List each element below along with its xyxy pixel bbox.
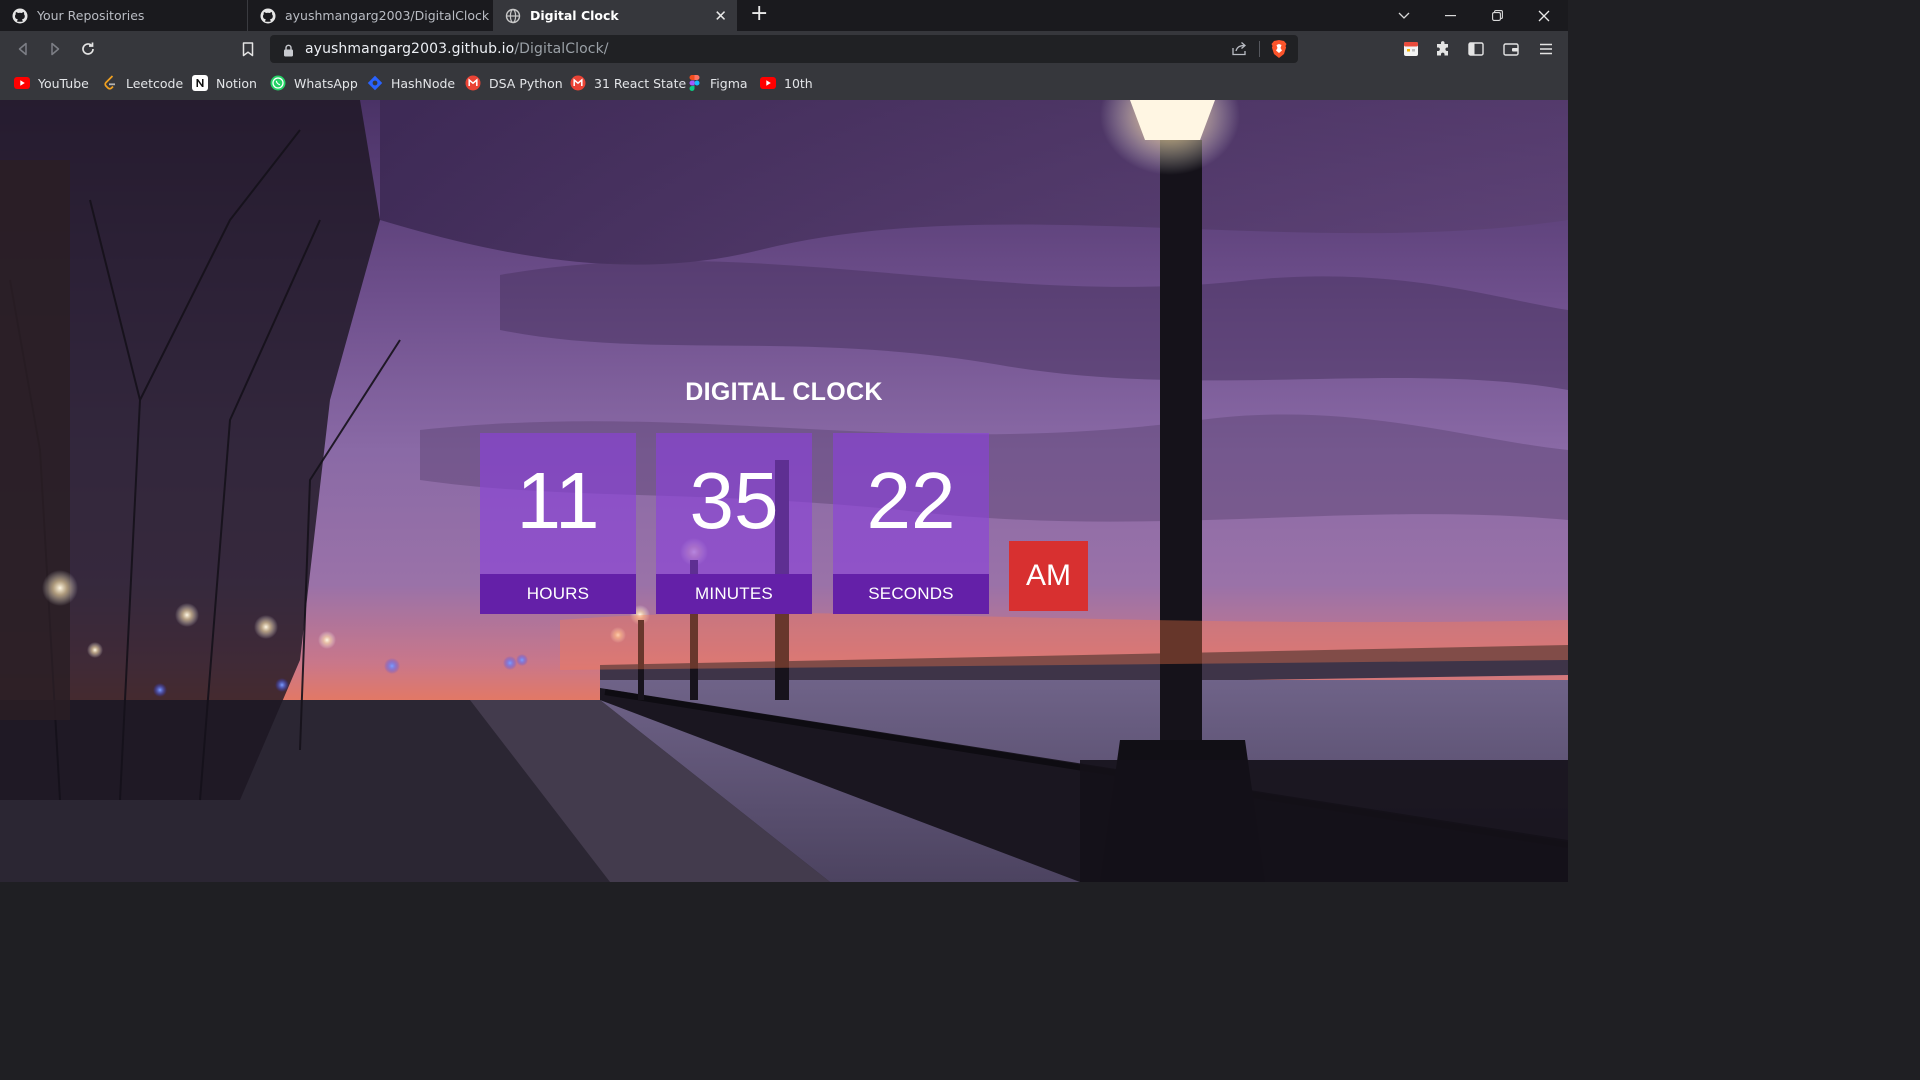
- bookmark-label: DSA Python: [489, 75, 563, 91]
- whatsapp-icon: [270, 75, 286, 91]
- wallet-icon[interactable]: [1502, 40, 1520, 58]
- sidebar-icon[interactable]: [1467, 40, 1485, 58]
- bookmark-10th[interactable]: 10th: [760, 75, 813, 91]
- tab-title: Your Repositories: [37, 8, 145, 23]
- github-icon: [12, 8, 28, 24]
- hashnode-icon: [367, 75, 383, 91]
- browser-toolbar: ayushmangarg2003.github.io/DigitalClock/: [0, 31, 1568, 67]
- bookmark-hashnode[interactable]: HashNode: [367, 75, 455, 91]
- bookmark-leetcode[interactable]: Leetcode: [102, 75, 183, 91]
- tab-title: Digital Clock: [530, 8, 619, 23]
- close-icon[interactable]: ✕: [714, 7, 727, 25]
- back-button[interactable]: [12, 38, 34, 60]
- extensions-icon[interactable]: [1434, 40, 1452, 58]
- hours-label: HOURS: [480, 574, 636, 614]
- hours-card: 11 HOURS: [480, 433, 636, 614]
- close-window-button[interactable]: [1521, 0, 1567, 31]
- url-path: /DigitalClock/: [514, 41, 609, 57]
- minutes-label: MINUTES: [656, 574, 812, 614]
- reload-button[interactable]: [77, 38, 99, 60]
- bookmark-notion[interactable]: Notion: [192, 75, 257, 91]
- divider: [1259, 41, 1260, 57]
- brave-shield-icon[interactable]: [1270, 39, 1288, 63]
- bookmark-label: Leetcode: [126, 75, 184, 91]
- url-text[interactable]: ayushmangarg2003.github.io/DigitalClock/: [305, 41, 609, 57]
- share-icon[interactable]: [1231, 41, 1248, 60]
- bookmark-figma[interactable]: Figma: [686, 75, 748, 91]
- tab-title: ayushmangarg2003/DigitalClock: [285, 8, 490, 23]
- bookmark-whatsapp[interactable]: WhatsApp: [270, 75, 358, 91]
- page-title: DIGITAL CLOCK: [685, 378, 883, 406]
- figma-icon: [686, 75, 702, 91]
- youtube-icon: [14, 75, 30, 91]
- seconds-value: 22: [866, 456, 956, 545]
- tab-your-repositories[interactable]: Your Repositories: [0, 0, 248, 31]
- bookmark-label: HashNode: [391, 75, 456, 91]
- hours-value: 11: [516, 456, 600, 545]
- seconds-label: SECONDS: [833, 574, 989, 614]
- minimize-button[interactable]: [1427, 0, 1473, 31]
- globe-icon: [505, 8, 521, 24]
- bookmark-youtube[interactable]: YouTube: [14, 75, 89, 91]
- url-host: ayushmangarg2003.github.io: [305, 41, 515, 57]
- leetcode-icon: [102, 75, 118, 91]
- tab-strip: Your Repositories ayushmangarg2003/Digit…: [0, 0, 1568, 31]
- lock-icon[interactable]: [283, 42, 294, 61]
- bookmarks-bar: YouTube Leetcode Notion WhatsApp HashNod…: [0, 67, 1568, 100]
- calendar-extension-icon[interactable]: [1402, 40, 1420, 58]
- gmail-icon: [570, 75, 586, 91]
- new-tab-button[interactable]: +: [750, 3, 768, 25]
- am-pm-badge: AM: [1009, 541, 1088, 611]
- gmail-icon: [465, 75, 481, 91]
- bookmark-label: WhatsApp: [294, 75, 358, 91]
- notion-icon: [192, 75, 208, 91]
- menu-icon[interactable]: [1537, 40, 1555, 58]
- chevron-down-icon[interactable]: [1381, 0, 1427, 31]
- bookmark-label: Notion: [216, 75, 257, 91]
- restore-button[interactable]: [1474, 0, 1520, 31]
- bookmark-label: 10th: [784, 75, 813, 91]
- address-bar[interactable]: ayushmangarg2003.github.io/DigitalClock/: [270, 35, 1298, 63]
- page-viewport: DIGITAL CLOCK 11 HOURS 35 MINUTES 22 SEC…: [0, 100, 1568, 882]
- seconds-card: 22 SECONDS: [833, 433, 989, 614]
- forward-button[interactable]: [44, 38, 66, 60]
- youtube-icon: [760, 75, 776, 91]
- minutes-value: 35: [689, 456, 779, 545]
- tab-digital-clock[interactable]: Digital Clock ✕: [493, 0, 737, 31]
- bookmark-label: YouTube: [38, 75, 89, 91]
- minutes-card: 35 MINUTES: [656, 433, 812, 614]
- bookmark-label: Figma: [710, 75, 748, 91]
- bookmark-icon[interactable]: [237, 38, 259, 60]
- bookmark-label: 31 React State: [594, 75, 687, 91]
- bookmark-react-state[interactable]: 31 React State: [570, 75, 686, 91]
- github-icon: [260, 8, 276, 24]
- tab-digitalclock-repo[interactable]: ayushmangarg2003/DigitalClock: [248, 0, 492, 31]
- bookmark-dsa-python[interactable]: DSA Python: [465, 75, 563, 91]
